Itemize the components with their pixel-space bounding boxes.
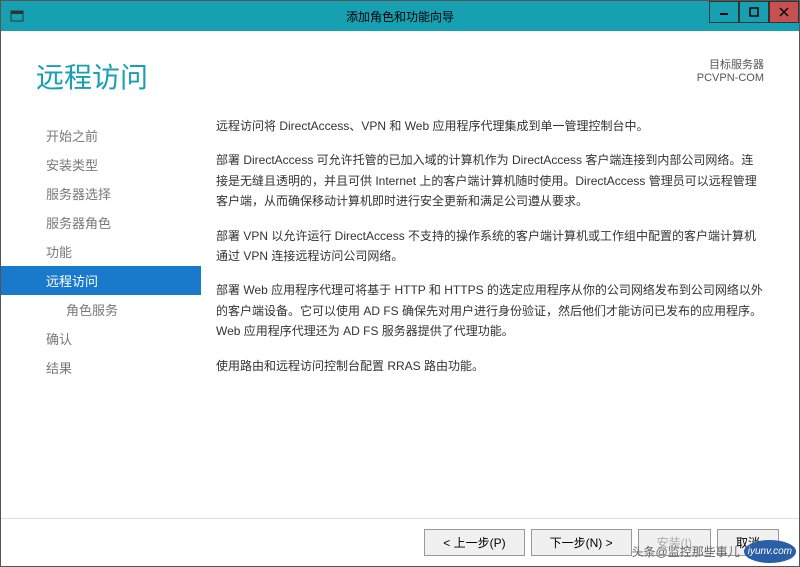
sidebar-item-remote-access[interactable]: 远程访问: [1, 266, 201, 295]
window-controls: [709, 1, 799, 23]
description-area: 远程访问将 DirectAccess、VPN 和 Web 应用程序代理集成到单一…: [201, 116, 799, 518]
maximize-button[interactable]: [739, 1, 769, 23]
sidebar-item-confirm[interactable]: 确认: [1, 324, 201, 353]
content-area: 远程访问 目标服务器 PCVPN-COM 开始之前 安装类型 服务器选择 服务器…: [1, 31, 799, 518]
sidebar-item-server-select[interactable]: 服务器选择: [1, 179, 201, 208]
sidebar-item-role-services[interactable]: 角色服务: [1, 295, 201, 324]
sidebar-item-results[interactable]: 结果: [1, 353, 201, 382]
window-titlebar: 添加角色和功能向导: [1, 1, 799, 31]
next-button[interactable]: 下一步(N) >: [531, 529, 632, 556]
target-server-info: 目标服务器 PCVPN-COM: [697, 56, 764, 96]
description-p3: 部署 VPN 以允许运行 DirectAccess 不支持的操作系统的客户端计算…: [216, 226, 764, 267]
watermark: 头条@监控那些事儿 iyunv.com: [632, 540, 796, 563]
target-label: 目标服务器: [697, 56, 764, 72]
wizard-steps-sidebar: 开始之前 安装类型 服务器选择 服务器角色 功能 远程访问 角色服务 确认 结果: [1, 116, 201, 518]
main-content: 开始之前 安装类型 服务器选择 服务器角色 功能 远程访问 角色服务 确认 结果…: [1, 116, 799, 518]
description-p2: 部署 DirectAccess 可允许托管的已加入域的计算机作为 DirectA…: [216, 150, 764, 211]
close-button[interactable]: [769, 1, 799, 23]
sidebar-item-server-roles[interactable]: 服务器角色: [1, 208, 201, 237]
window-title: 添加角色和功能向导: [346, 8, 454, 25]
description-p5: 使用路由和远程访问控制台配置 RRAS 路由功能。: [216, 356, 764, 376]
watermark-text: 头条@监控那些事儿: [632, 543, 740, 560]
previous-button[interactable]: < 上一步(P): [424, 529, 524, 556]
header-section: 远程访问 目标服务器 PCVPN-COM: [1, 31, 799, 116]
target-server-name: PCVPN-COM: [697, 72, 764, 84]
minimize-button[interactable]: [709, 1, 739, 23]
app-icon: [9, 8, 25, 24]
description-p1: 远程访问将 DirectAccess、VPN 和 Web 应用程序代理集成到单一…: [216, 116, 764, 136]
page-title: 远程访问: [36, 56, 148, 96]
description-p4: 部署 Web 应用程序代理可将基于 HTTP 和 HTTPS 的选定应用程序从你…: [216, 280, 764, 341]
watermark-badge: iyunv.com: [744, 540, 796, 563]
sidebar-item-begin[interactable]: 开始之前: [1, 121, 201, 150]
sidebar-item-features[interactable]: 功能: [1, 237, 201, 266]
sidebar-item-install-type[interactable]: 安装类型: [1, 150, 201, 179]
